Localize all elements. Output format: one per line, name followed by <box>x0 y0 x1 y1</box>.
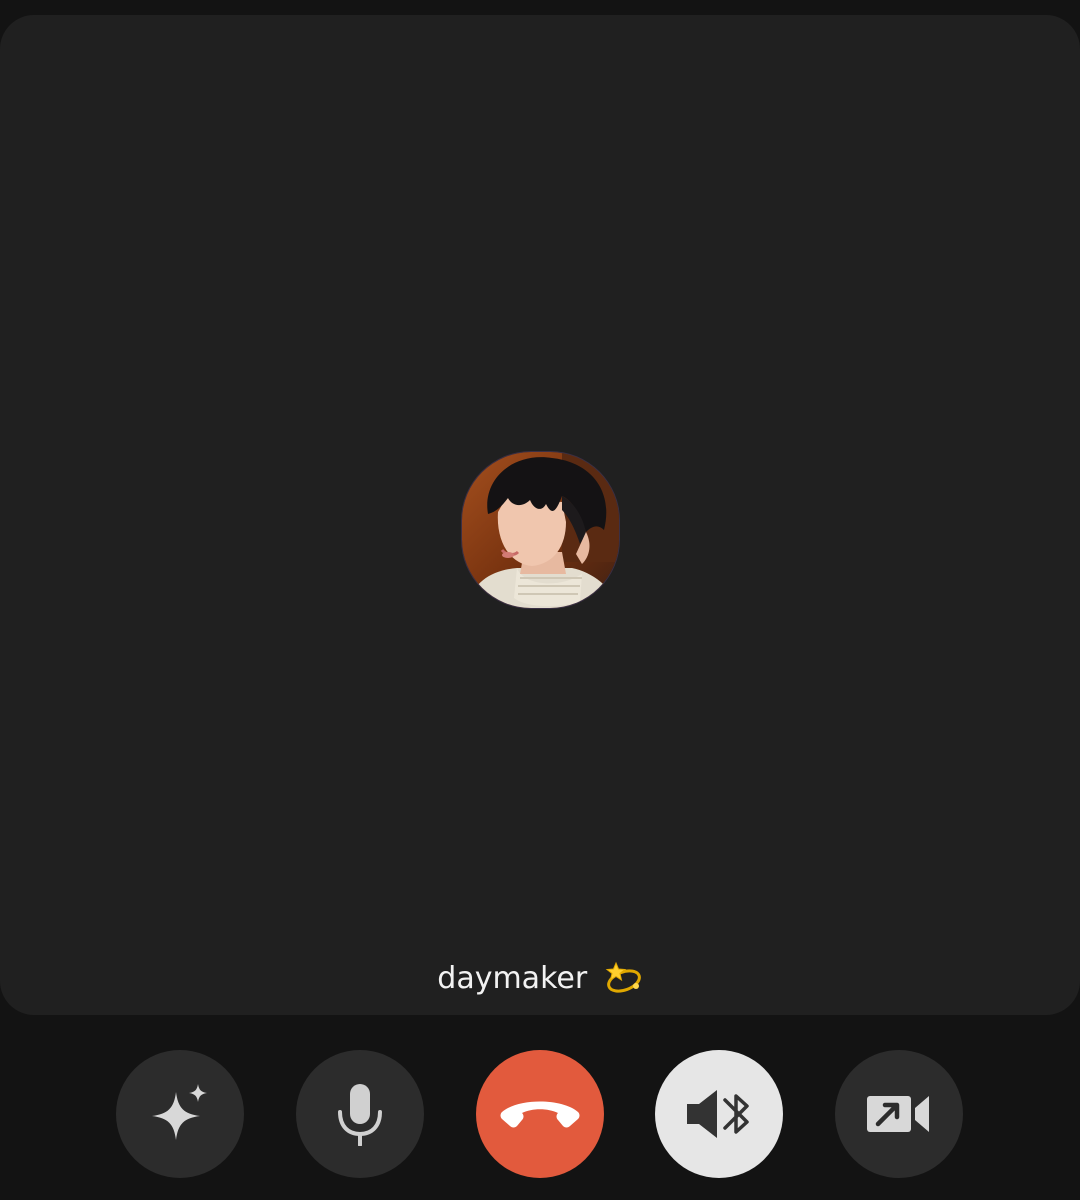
microphone-button[interactable] <box>296 1050 424 1178</box>
switch-to-video-button[interactable] <box>835 1050 963 1178</box>
caller-name: daymaker <box>437 961 588 996</box>
sparkle-icon <box>152 1084 207 1140</box>
end-call-button[interactable] <box>476 1050 604 1178</box>
dizzy-emoji-icon <box>603 959 643 995</box>
effects-button[interactable] <box>116 1050 244 1178</box>
call-screen: daymaker <box>0 0 1080 1200</box>
caller-name-row: daymaker <box>0 955 1080 1003</box>
video-camera-share-icon <box>867 1096 929 1132</box>
caller-avatar <box>462 452 619 608</box>
microphone-icon <box>338 1084 382 1146</box>
call-card: daymaker <box>0 15 1080 1015</box>
call-controls <box>0 1050 1080 1178</box>
audio-output-button[interactable] <box>655 1050 783 1178</box>
hang-up-phone-icon <box>500 1101 580 1128</box>
bluetooth-speaker-icon <box>687 1090 749 1138</box>
